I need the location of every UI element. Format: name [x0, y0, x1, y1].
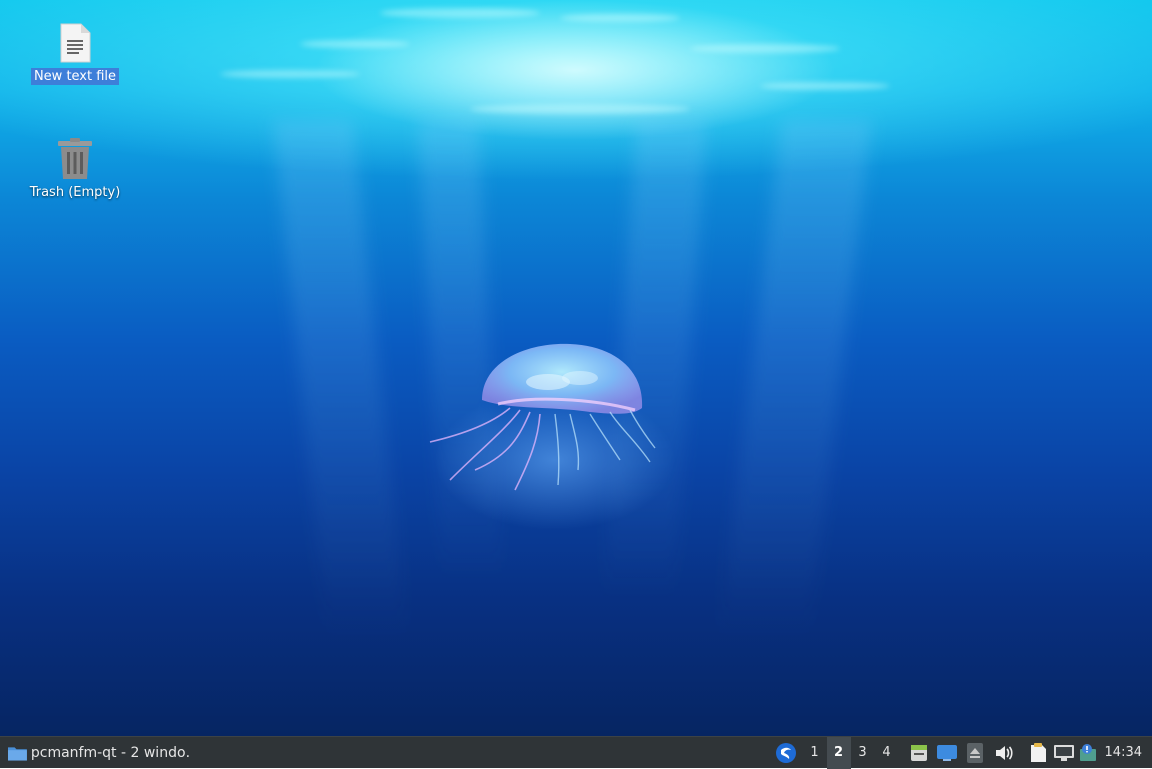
workspace-4[interactable]: 4: [875, 737, 899, 769]
surface-ripple: [760, 82, 890, 90]
workspace-3[interactable]: 3: [851, 737, 875, 769]
text-file-icon: [60, 23, 91, 63]
workspace-2[interactable]: 2: [826, 736, 851, 769]
desktop-icon-new-text-file[interactable]: New text file: [25, 22, 125, 85]
network-icon: [1053, 744, 1074, 761]
notes-icon: [1030, 742, 1046, 762]
clock[interactable]: 14:34: [1099, 745, 1152, 760]
desktop[interactable]: New text file Trash (Empty): [0, 0, 1152, 736]
clipboard-manager-button[interactable]: [905, 737, 933, 769]
surface-ripple: [470, 104, 690, 114]
update-notifier-button[interactable]: [1077, 737, 1099, 769]
eject-icon: [966, 742, 983, 763]
volume-icon: [995, 745, 1013, 760]
lxqt-menu-button[interactable]: [769, 737, 803, 769]
update-notifier-icon: [1079, 743, 1096, 761]
light-ray: [272, 120, 408, 640]
trash-icon: [58, 138, 92, 179]
desktop-icon-label: New text file: [30, 68, 120, 85]
taskbar-task-pcmanfm[interactable]: pcmanfm-qt - 2 windo…: [0, 737, 196, 769]
show-desktop-icon: [936, 744, 957, 761]
surface-ripple: [690, 44, 840, 53]
notes-button[interactable]: [1025, 737, 1051, 769]
desktop-icon-trash[interactable]: Trash (Empty): [25, 138, 125, 201]
jellyfish-image: [429, 343, 675, 530]
eject-button[interactable]: [961, 737, 989, 769]
taskbar: pcmanfm-qt - 2 windo… 1 2 3 4 14:34: [0, 736, 1152, 769]
surface-ripple: [220, 70, 360, 78]
lxqt-menu-icon: [775, 742, 796, 763]
surface-ripple: [300, 40, 410, 48]
surface-ripple: [380, 8, 540, 18]
desktop-icon-label: Trash (Empty): [29, 185, 121, 200]
volume-button[interactable]: [989, 737, 1019, 769]
network-button[interactable]: [1051, 737, 1077, 769]
show-desktop-button[interactable]: [933, 737, 961, 769]
light-ray: [718, 120, 872, 640]
task-label: pcmanfm-qt - 2 windo…: [30, 744, 190, 761]
workspace-1[interactable]: 1: [803, 737, 827, 769]
surface-ripple: [560, 14, 680, 22]
folder-icon: [8, 746, 27, 761]
clipboard-manager-icon: [910, 744, 927, 761]
